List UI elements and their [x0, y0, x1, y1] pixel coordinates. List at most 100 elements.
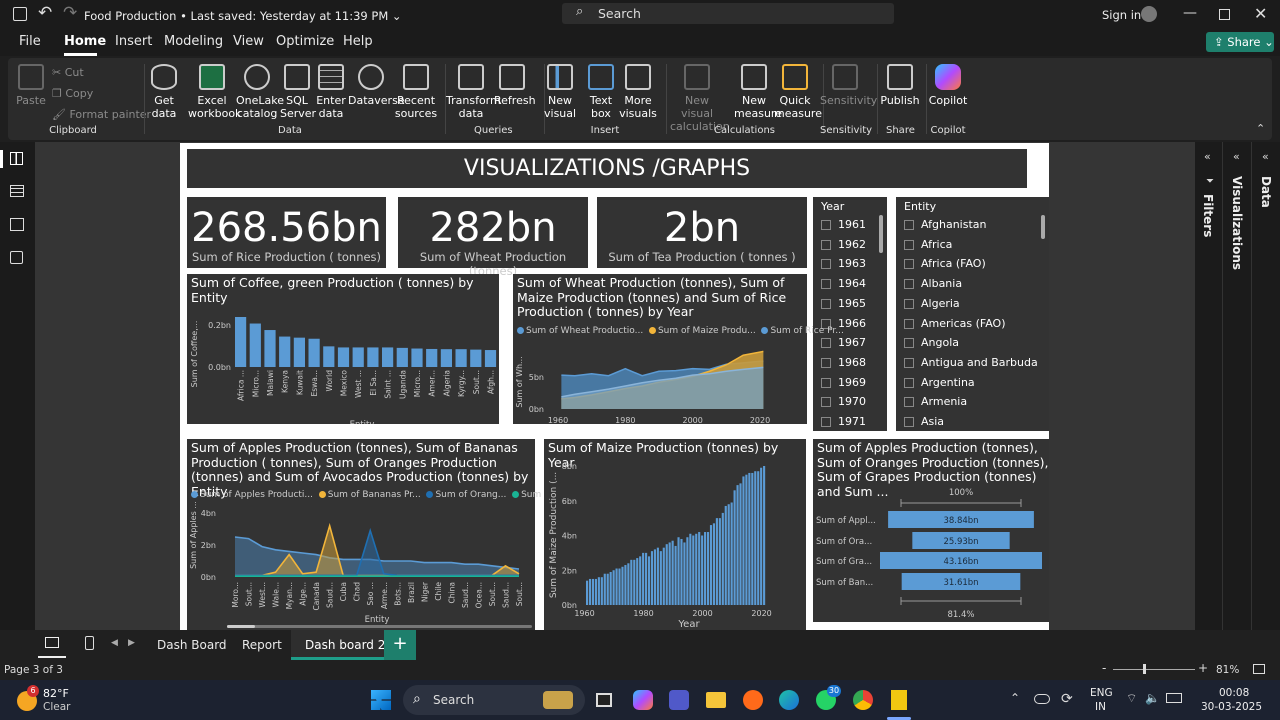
entity-slicer[interactable]: Entity Afghanistan Africa Africa (FAO) Alba… — [896, 197, 1049, 431]
table-view-icon[interactable] — [10, 185, 24, 197]
chevron-down-icon[interactable]: ⌄ — [392, 9, 402, 23]
prev-page-icon[interactable]: ◀ — [111, 638, 118, 648]
coffee-chart[interactable]: Sum of Coffee, green Production ( tonnes… — [187, 274, 499, 424]
onedrive-icon[interactable] — [1034, 694, 1050, 704]
slicer-item[interactable]: Afghanistan — [904, 218, 986, 231]
checkbox-icon[interactable] — [904, 338, 914, 349]
zoom-out-button[interactable]: - — [1102, 661, 1106, 675]
zoom-in-button[interactable]: + — [1198, 661, 1208, 675]
format-painter-button[interactable]: 🖌 Format painter — [52, 108, 151, 121]
data-pane[interactable]: « Data — [1253, 142, 1280, 630]
new-visual-button[interactable]: New visual — [544, 64, 576, 120]
zoom-slider-thumb[interactable] — [1143, 664, 1146, 674]
slicer-item[interactable]: Africa (FAO) — [904, 257, 986, 270]
sign-in-link[interactable]: Sign in — [1102, 8, 1141, 22]
more-visuals-button[interactable]: More visuals — [618, 64, 658, 120]
checkbox-icon[interactable] — [821, 220, 831, 230]
slicer-item[interactable]: Antigua and Barbuda — [904, 356, 1038, 369]
quick-measure-button[interactable]: Quick measure — [774, 64, 822, 120]
slicer-item[interactable]: Algeria — [904, 297, 960, 310]
checkbox-icon[interactable] — [904, 377, 914, 388]
teams-icon[interactable] — [669, 690, 689, 710]
data-pane-label[interactable]: Data — [1259, 176, 1273, 208]
checkbox-icon[interactable] — [904, 239, 914, 250]
chevron-left-icon[interactable]: « — [1233, 150, 1240, 163]
checkbox-icon[interactable] — [904, 397, 914, 408]
undo-icon[interactable]: ↶ — [38, 3, 52, 23]
checkbox-icon[interactable] — [904, 417, 914, 427]
slicer-item[interactable]: Asia — [904, 415, 944, 428]
checkbox-icon[interactable] — [904, 220, 914, 230]
cut-button[interactable]: ✂ Cut — [52, 66, 84, 79]
slicer-item[interactable]: 1969 — [821, 376, 866, 389]
slicer-item[interactable]: 1963 — [821, 257, 866, 270]
text-box-button[interactable]: Text box — [586, 64, 616, 120]
filters-pane-label[interactable]: Filters — [1201, 194, 1215, 237]
checkbox-icon[interactable] — [821, 377, 831, 388]
checkbox-icon[interactable] — [904, 318, 914, 329]
year-slicer[interactable]: Year 1961 1962 1963 1964 1965 1966 1967 1968 196… — [813, 197, 887, 431]
menu-help[interactable]: Help — [343, 34, 373, 49]
weather-temperature[interactable]: 82°F — [43, 687, 69, 700]
paste-button[interactable]: Paste — [16, 64, 46, 107]
visualizations-pane[interactable]: « Visualizations — [1224, 142, 1252, 630]
slicer-item[interactable]: 1962 — [821, 238, 866, 251]
checkbox-icon[interactable] — [904, 357, 914, 368]
onelake-catalog-button[interactable]: OneLake catalog — [236, 64, 284, 120]
mobile-layout-icon[interactable] — [85, 636, 94, 650]
battery-icon[interactable] — [1166, 693, 1182, 703]
fit-to-page-icon[interactable] — [1253, 664, 1265, 674]
menu-file[interactable]: File — [19, 34, 41, 49]
excel-workbook-button[interactable]: Excel workbook — [188, 64, 241, 120]
language-indicator[interactable]: ENG — [1090, 687, 1113, 699]
slicer-item[interactable]: Argentina — [904, 376, 975, 389]
model-view-icon[interactable] — [10, 218, 24, 231]
collapse-ribbon-icon[interactable]: ⌃ — [1256, 122, 1265, 135]
checkbox-icon[interactable] — [821, 298, 831, 309]
close-icon[interactable]: ✕ — [1254, 4, 1267, 23]
new-visual-calculation-button[interactable]: New visual calculation — [670, 64, 730, 133]
power-bi-icon[interactable] — [891, 690, 907, 710]
redo-icon[interactable]: ↷ — [63, 3, 77, 23]
clock-time[interactable]: 00:08 — [1219, 687, 1249, 699]
wheat-maize-rice-chart[interactable]: Sum of Wheat Production (tonnes), Sum of… — [513, 274, 844, 424]
menu-optimize[interactable]: Optimize — [276, 34, 334, 49]
slicer-item[interactable]: Albania — [904, 277, 962, 290]
minimize-icon[interactable]: — — [1183, 5, 1197, 21]
checkbox-icon[interactable] — [821, 239, 831, 250]
menu-modeling[interactable]: Modeling — [164, 34, 223, 49]
slicer-item[interactable]: 1968 — [821, 356, 866, 369]
new-measure-button[interactable]: New measure — [734, 64, 782, 120]
sync-icon[interactable]: ⟳ — [1061, 691, 1073, 707]
checkbox-icon[interactable] — [821, 279, 831, 290]
windows-start-icon[interactable] — [371, 690, 391, 710]
slicer-item[interactable]: 1961 — [821, 218, 866, 231]
filters-pane[interactable]: « ⏷ Filters — [1195, 142, 1223, 630]
next-page-icon[interactable]: ▶ — [128, 638, 135, 648]
dataverse-button[interactable]: Dataverse — [348, 64, 405, 107]
dax-query-view-icon[interactable] — [10, 251, 23, 264]
fruits-chart[interactable]: Sum of Apples Production (tonnes), Sum o… — [187, 439, 586, 630]
copilot-taskbar-icon[interactable] — [633, 690, 653, 710]
slicer-item[interactable]: Africa — [904, 238, 952, 251]
slicer-scrollbar[interactable] — [1041, 215, 1045, 239]
slicer-item[interactable]: Angola — [904, 336, 959, 349]
copy-button[interactable]: ❐ Copy — [52, 87, 93, 100]
slicer-scrollbar[interactable] — [879, 215, 883, 253]
menu-home[interactable]: Home — [64, 34, 106, 49]
slicer-item[interactable]: Armenia — [904, 395, 967, 408]
slicer-item[interactable]: 1971 — [821, 415, 866, 428]
slicer-item[interactable]: 1970 — [821, 395, 866, 408]
funnel-chart[interactable]: Sum of Apples Production (tonnes), Sum o… — [813, 439, 1049, 622]
checkbox-icon[interactable] — [904, 298, 914, 309]
sensitivity-button[interactable]: Sensitivity — [820, 64, 877, 107]
wifi-icon[interactable]: ⌔ — [1126, 691, 1137, 706]
maximize-icon[interactable] — [1219, 9, 1230, 20]
publish-button[interactable]: Publish — [880, 64, 920, 107]
kpi-card-wheat[interactable]: 282bn Sum of Wheat Production (tonnes) — [398, 197, 588, 278]
kpi-card-rice[interactable]: 268.56bn Sum of Rice Production ( tonnes… — [187, 197, 386, 268]
chevron-left-icon[interactable]: « — [1204, 150, 1211, 163]
slicer-item[interactable]: 1965 — [821, 297, 866, 310]
checkbox-icon[interactable] — [821, 338, 831, 349]
document-title[interactable]: Food Production • Last saved: Yesterday … — [84, 9, 402, 23]
